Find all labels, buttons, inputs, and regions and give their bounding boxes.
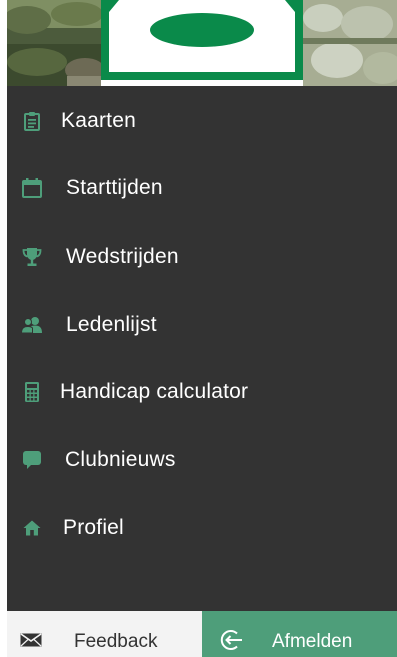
home-icon — [19, 515, 45, 541]
screen: Kaarten Starttijden Wedstrijden Ledenlij… — [0, 0, 397, 657]
users-icon — [19, 312, 45, 338]
menu-item-label: Profiel — [63, 516, 124, 539]
envelope-icon — [20, 633, 42, 652]
navigation-drawer: Kaarten Starttijden Wedstrijden Ledenlij… — [7, 0, 397, 657]
header-banner-image — [7, 0, 397, 86]
drawer-header — [7, 0, 397, 86]
menu-item-starttijden[interactable]: Starttijden — [7, 164, 397, 212]
logout-button[interactable]: Afmelden — [202, 611, 397, 657]
menu-item-ledenlijst[interactable]: Ledenlijst — [7, 301, 397, 349]
menu-item-wedstrijden[interactable]: Wedstrijden — [7, 233, 397, 281]
menu-item-handicap-calculator[interactable]: Handicap calculator — [7, 368, 397, 416]
logout-button-label: Afmelden — [272, 631, 353, 652]
logout-icon — [218, 627, 244, 657]
calendar-icon — [19, 175, 45, 201]
speech-bubble-icon — [19, 447, 45, 473]
trophy-icon — [19, 244, 45, 270]
menu-item-label: Clubnieuws — [65, 448, 176, 471]
drawer-footer: Feedback Afmelden — [7, 611, 397, 657]
menu-item-label: Kaarten — [61, 109, 136, 132]
menu-item-clubnieuws[interactable]: Clubnieuws — [7, 436, 397, 484]
feedback-button[interactable]: Feedback — [7, 611, 202, 657]
menu-item-kaarten[interactable]: Kaarten — [7, 97, 397, 145]
feedback-button-label: Feedback — [74, 631, 158, 652]
menu-item-label: Starttijden — [66, 176, 163, 199]
menu-item-label: Ledenlijst — [66, 313, 157, 336]
menu-item-profiel[interactable]: Profiel — [7, 504, 397, 552]
clipboard-icon — [19, 108, 45, 134]
menu-item-label: Handicap calculator — [60, 380, 249, 403]
menu-item-label: Wedstrijden — [66, 245, 179, 268]
calculator-icon — [19, 379, 45, 405]
logo-green-oval — [150, 13, 254, 47]
